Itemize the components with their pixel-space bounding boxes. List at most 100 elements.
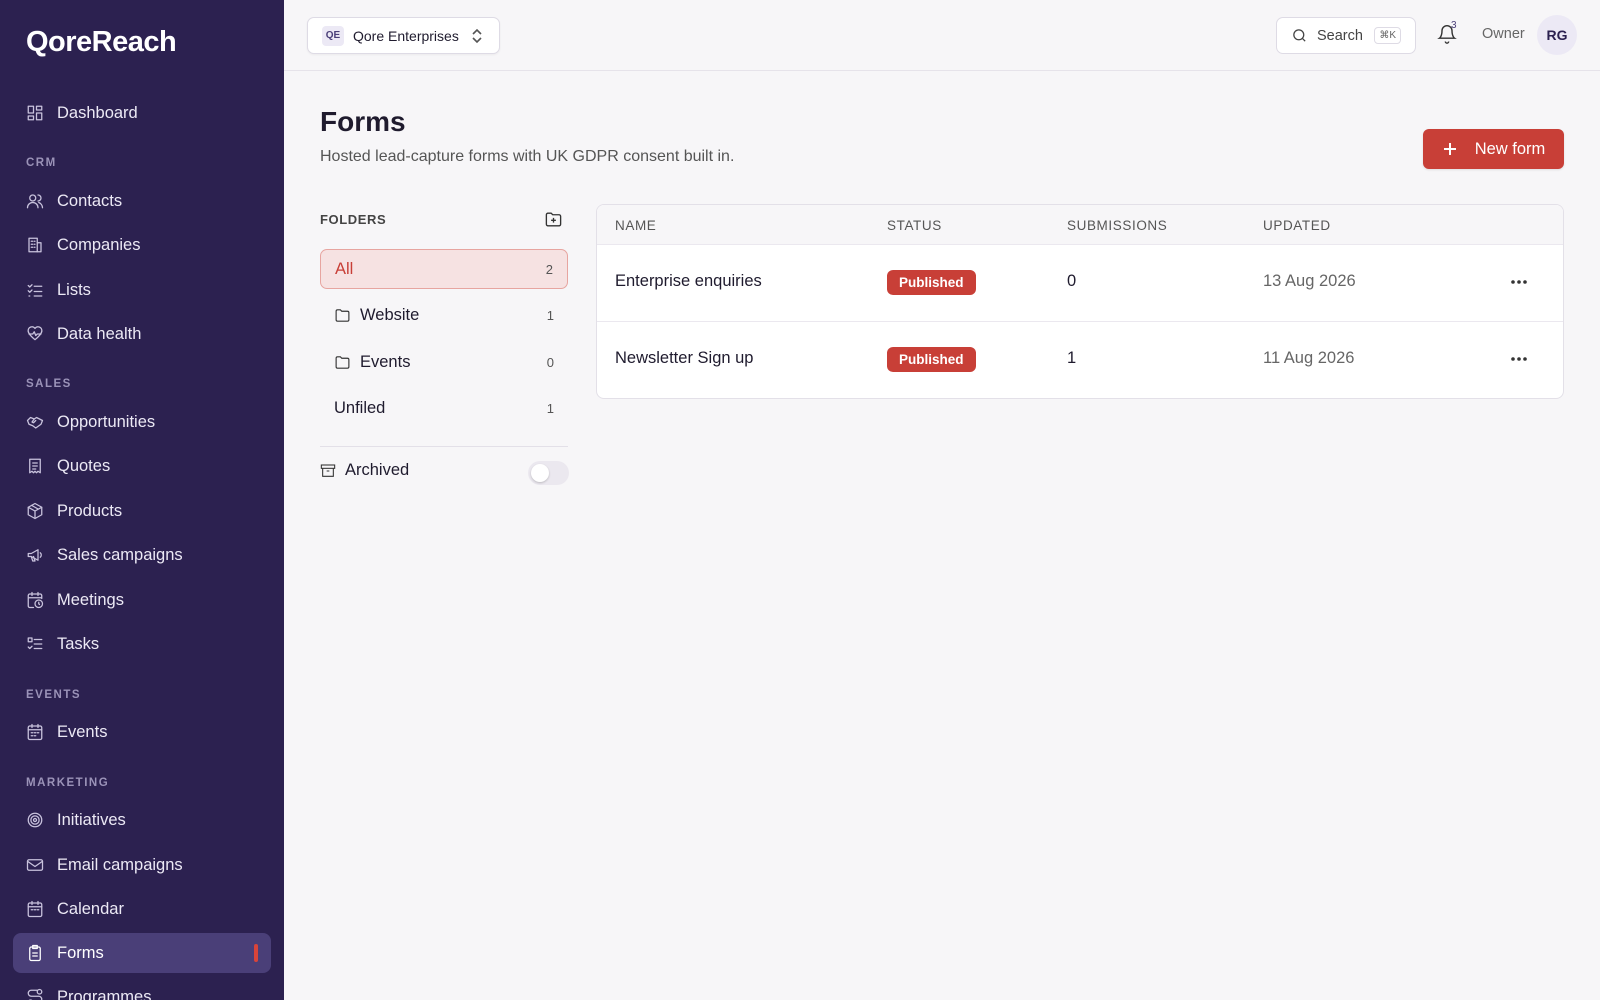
folder-item-events[interactable]: Events 0 — [320, 342, 568, 382]
form-name[interactable]: Enterprise enquiries — [615, 272, 762, 291]
sidebar-item-initiatives[interactable]: Initiatives — [13, 800, 271, 840]
sidebar-item-label: Data health — [57, 324, 142, 343]
user-role: Owner — [1482, 26, 1525, 42]
folder-icon — [334, 307, 351, 324]
active-indicator — [254, 944, 258, 962]
new-folder-button[interactable] — [544, 210, 564, 230]
sidebar-item-sales-campaigns[interactable]: Sales campaigns — [13, 535, 271, 575]
sidebar-item-programmes[interactable]: Programmes — [13, 977, 271, 1000]
app-logo[interactable]: QoreReach — [26, 26, 177, 59]
folder-label: Events — [360, 352, 411, 371]
sidebar-item-label: Sales campaigns — [57, 545, 183, 564]
row-actions-button[interactable] — [1507, 271, 1531, 293]
sidebar-item-label: Forms — [57, 943, 104, 962]
folder-count: 1 — [546, 400, 554, 416]
sidebar-item-forms[interactable]: Forms — [13, 933, 271, 973]
folder-item-unfiled[interactable]: Unfiled 1 — [320, 388, 568, 428]
avatar[interactable]: RG — [1537, 15, 1577, 55]
folder-count: 2 — [545, 261, 553, 277]
new-form-label: New form — [1474, 139, 1546, 158]
sidebar-item-data-health[interactable]: Data health — [13, 314, 271, 354]
table-row[interactable]: Newsletter Sign up Published 1 11 Aug 20… — [597, 322, 1563, 398]
sidebar-item-label: Lists — [57, 280, 91, 299]
folder-count: 0 — [546, 354, 554, 370]
sidebar-item-tasks[interactable]: Tasks — [13, 624, 271, 664]
page-subtitle: Hosted lead-capture forms with UK GDPR c… — [320, 148, 735, 165]
sidebar-item-calendar[interactable]: Calendar — [13, 889, 271, 929]
status-badge: Published — [887, 270, 976, 295]
calendar-clock-icon — [26, 591, 44, 609]
package-icon — [26, 502, 44, 520]
column-header-updated[interactable]: UPDATED — [1263, 218, 1331, 233]
folder-label: Unfiled — [334, 398, 386, 417]
folder-label: All — [335, 259, 354, 278]
plus-icon — [1443, 143, 1456, 155]
notification-count: 3 — [1451, 20, 1457, 31]
row-actions-button[interactable] — [1507, 348, 1531, 370]
sidebar-item-email-campaigns[interactable]: Email campaigns — [13, 845, 271, 885]
archived-toggle[interactable] — [528, 461, 569, 485]
handshake-icon — [26, 413, 44, 431]
table-row[interactable]: Enterprise enquiries Published 0 13 Aug … — [597, 245, 1563, 322]
org-switcher[interactable]: QE Qore Enterprises — [307, 17, 500, 54]
folder-icon — [334, 354, 351, 371]
calendar-icon — [26, 900, 44, 918]
folder-item-website[interactable]: Website 1 — [320, 295, 568, 335]
folder-count: 1 — [546, 307, 554, 323]
org-name: Qore Enterprises — [353, 27, 459, 44]
sidebar-item-dashboard[interactable]: Dashboard — [13, 93, 271, 133]
sidebar-item-events[interactable]: Events — [13, 712, 271, 752]
top-bar: QE Qore Enterprises Search ⌘K 3 Owner RG — [284, 0, 1600, 71]
sidebar-item-companies[interactable]: Companies — [13, 225, 271, 265]
new-form-button[interactable]: New form — [1423, 129, 1564, 169]
mail-icon — [26, 856, 44, 874]
sidebar-item-label: Quotes — [57, 456, 111, 475]
sidebar-item-label: Opportunities — [57, 412, 156, 431]
column-header-status[interactable]: STATUS — [887, 218, 942, 233]
sidebar-item-contacts[interactable]: Contacts — [13, 181, 271, 221]
task-list-icon — [26, 635, 44, 653]
sidebar-item-meetings[interactable]: Meetings — [13, 580, 271, 620]
sidebar-item-label: Products — [57, 501, 123, 520]
sidebar-item-quotes[interactable]: Quotes — [13, 446, 271, 486]
sidebar-item-label: Programmes — [57, 987, 152, 1000]
sidebar-item-opportunities[interactable]: Opportunities — [13, 402, 271, 442]
sidebar-item-label: Email campaigns — [57, 855, 183, 874]
folder-item-all[interactable]: All 2 — [320, 249, 568, 289]
sidebar: QoreReach Dashboard CRM Contacts Compani… — [0, 0, 284, 1000]
sidebar-section-events: EVENTS — [26, 689, 82, 701]
megaphone-icon — [26, 546, 44, 564]
more-horizontal-icon — [1511, 357, 1527, 361]
sidebar-section-marketing: MARKETING — [26, 777, 110, 789]
folder-label: Website — [360, 305, 420, 324]
sidebar-item-lists[interactable]: Lists — [13, 270, 271, 310]
submissions-count: 1 — [1067, 349, 1077, 367]
route-icon — [26, 988, 44, 1000]
search-button[interactable]: Search ⌘K — [1276, 17, 1416, 54]
sidebar-item-label: Tasks — [57, 634, 100, 653]
column-header-name[interactable]: NAME — [615, 218, 656, 233]
notifications-button[interactable]: 3 — [1437, 20, 1459, 46]
sidebar-item-products[interactable]: Products — [13, 491, 271, 531]
search-label: Search — [1317, 27, 1363, 44]
divider — [320, 446, 568, 447]
toggle-knob — [531, 464, 549, 482]
column-header-submissions[interactable]: SUBMISSIONS — [1067, 218, 1167, 233]
updated-date: 13 Aug 2026 — [1263, 272, 1356, 290]
folders-heading: FOLDERS — [320, 212, 387, 227]
target-icon — [26, 811, 44, 829]
archive-icon — [320, 463, 336, 477]
archived-label: Archived — [345, 461, 410, 479]
sidebar-section-crm: CRM — [26, 157, 57, 169]
status-badge: Published — [887, 347, 976, 372]
users-icon — [26, 192, 44, 210]
clipboard-icon — [26, 944, 44, 962]
dashboard-icon — [26, 104, 44, 122]
calendar-icon — [26, 723, 44, 741]
list-check-icon — [26, 281, 44, 299]
search-icon — [1293, 29, 1306, 42]
updated-date: 11 Aug 2026 — [1263, 349, 1355, 367]
search-shortcut: ⌘K — [1374, 27, 1401, 44]
form-name[interactable]: Newsletter Sign up — [615, 349, 754, 368]
sidebar-item-label: Initiatives — [57, 810, 126, 829]
